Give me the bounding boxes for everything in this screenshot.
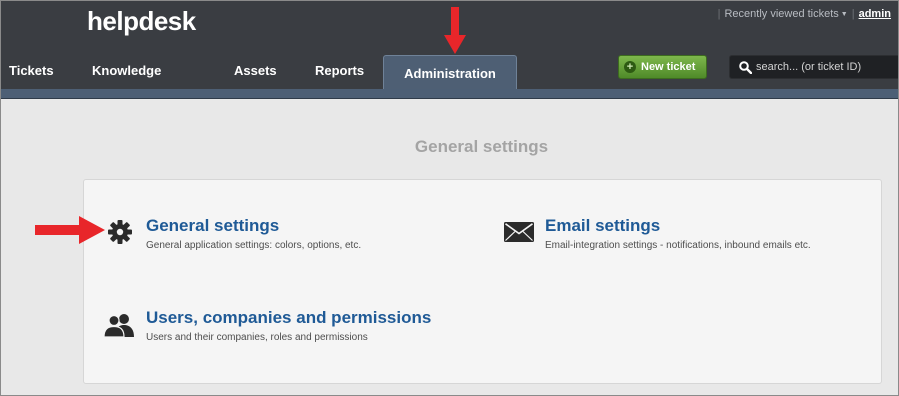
caret-down-icon: ▼: [840, 11, 848, 18]
users-permissions-description: Users and their companies, roles and per…: [146, 332, 368, 343]
gear-icon: [108, 220, 132, 244]
search-placeholder: search... (or ticket ID): [756, 61, 862, 73]
nav-tab-assets[interactable]: Assets: [234, 55, 277, 87]
email-settings-description: Email-integration settings - notificatio…: [545, 240, 811, 251]
general-settings-description: General application settings: colors, op…: [146, 240, 362, 251]
settings-panel: General settings General application set…: [83, 179, 882, 384]
page-title: General settings: [414, 137, 549, 156]
general-settings-link[interactable]: General settings: [146, 216, 279, 236]
plus-icon: +: [624, 61, 636, 73]
nav-tab-reports[interactable]: Reports: [315, 55, 364, 87]
users-icon: [103, 314, 134, 337]
separator: |: [851, 8, 855, 20]
annotation-arrow-right-icon: [35, 216, 105, 244]
recently-viewed-link[interactable]: Recently viewed tickets ▼: [724, 8, 847, 20]
email-settings-link[interactable]: Email settings: [545, 216, 660, 236]
nav-tab-tickets[interactable]: Tickets: [9, 55, 54, 87]
annotation-arrow-down-icon: [444, 7, 466, 54]
nav-tab-knowledge-base[interactable]: Knowledge base: [92, 55, 161, 110]
app-logo[interactable]: helpdesk: [87, 6, 196, 37]
search-input[interactable]: search... (or ticket ID): [729, 55, 898, 79]
new-ticket-label: New ticket: [641, 61, 696, 73]
search-icon: [739, 61, 752, 74]
user-link-admin[interactable]: admin: [859, 8, 891, 20]
tab-subbar: [1, 89, 898, 99]
recently-viewed-label: Recently viewed tickets: [724, 8, 839, 20]
nav-tab-administration[interactable]: Administration: [383, 55, 517, 89]
users-permissions-link[interactable]: Users, companies and permissions: [146, 308, 431, 328]
top-links: | Recently viewed tickets ▼ | admin: [714, 8, 891, 20]
envelope-icon: [504, 222, 534, 242]
new-ticket-button[interactable]: + New ticket: [618, 55, 707, 79]
separator: |: [717, 8, 721, 20]
app-window: helpdesk | Recently viewed tickets ▼ | admin…: [0, 0, 899, 396]
